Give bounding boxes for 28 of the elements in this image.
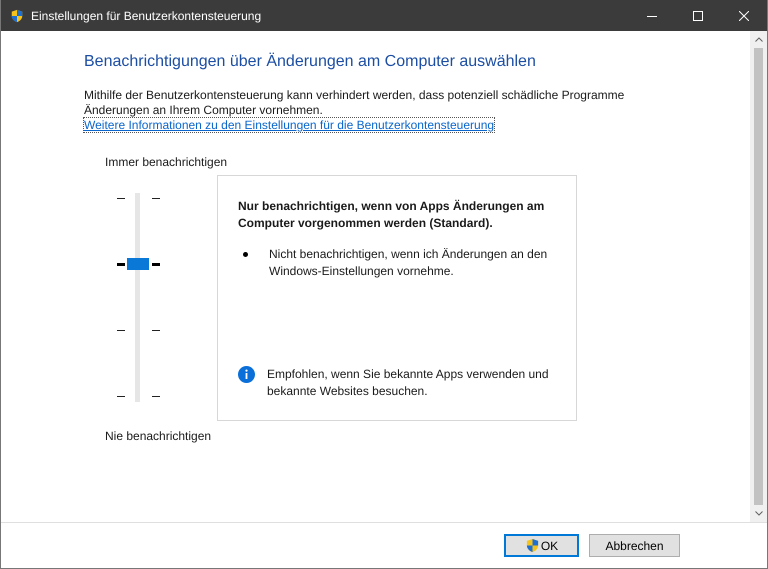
tick-mark	[152, 330, 160, 331]
tick-mark	[117, 330, 125, 331]
slider-bottom-label: Nie benachrichtigen	[105, 429, 212, 443]
shield-icon	[524, 538, 540, 553]
shield-icon	[10, 8, 24, 22]
ok-button[interactable]: OK	[504, 534, 579, 557]
info-link[interactable]: Weitere Informationen zu den Einstellungen für die Benutzerkontensteuerung	[84, 118, 494, 132]
intro-text: Mithilfe der Benutzerkontensteuerung kann verhindert werden, dass potenziell schädliche Programme Änderungen an Ihrem Computer vornehmen.	[84, 88, 626, 118]
maximize-icon	[693, 10, 703, 20]
info-icon	[238, 366, 255, 383]
bullet-text: Nicht benachrichtigen, wenn ich Änderungen an den Windows-Einstellungen vornehme.	[269, 246, 548, 280]
tick-mark	[117, 198, 125, 199]
tick-mark	[152, 263, 160, 266]
tick-mark	[152, 396, 160, 397]
window-title: Einstellungen für Benutzerkontensteuerung	[31, 8, 262, 22]
tick-mark	[152, 198, 160, 199]
cancel-button[interactable]: Abbrechen	[589, 534, 680, 557]
tick-mark	[117, 396, 125, 397]
slider-top-label: Immer benachrichtigen	[105, 155, 228, 169]
page-heading: Benachrichtigungen über Änderungen am Computer auswählen	[84, 53, 537, 71]
info-text: Empfohlen, wenn Sie bekannte Apps verwenden und bekannte Websites besuchen.	[267, 366, 550, 400]
slider-thumb[interactable]	[127, 258, 149, 270]
description-title: Nur benachrichtigen, wenn von Apps Änderungen am Computer vorgenommen werden (Standard).	[238, 198, 546, 232]
bullet-icon	[243, 252, 248, 257]
close-icon	[739, 10, 749, 20]
tick-mark	[117, 263, 125, 266]
scroll-thumb[interactable]	[754, 48, 763, 505]
scrollbar[interactable]	[750, 31, 767, 522]
